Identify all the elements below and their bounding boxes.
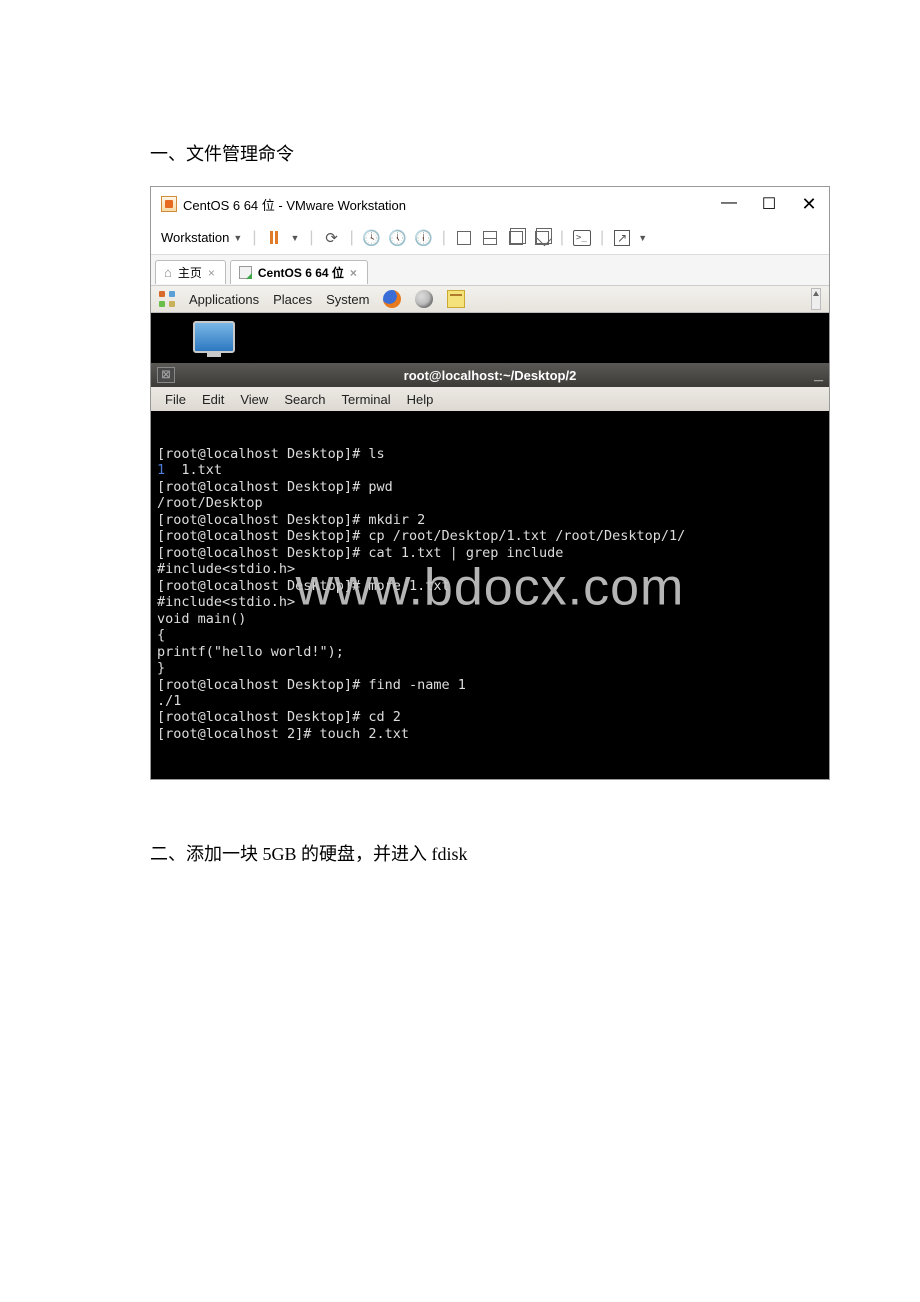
doc-heading-1: 一、文件管理命令: [150, 140, 920, 166]
tab-label: 主页: [178, 264, 202, 281]
toolbar-separator: |: [560, 229, 564, 247]
layout-single-icon[interactable]: [452, 231, 476, 245]
panel-scroll-up-icon[interactable]: [811, 288, 821, 310]
window-titlebar: CentOS 6 64 位 - VMware Workstation — ☐ ✕: [151, 187, 829, 221]
terminal-line: [root@localhost Desktop]# cp /root/Deskt…: [157, 528, 823, 544]
toolbar-separator: |: [350, 229, 354, 247]
terminal-line: printf("hello world!");: [157, 644, 823, 660]
snapshot-revert-icon[interactable]: 🕔: [386, 229, 410, 247]
tab-home[interactable]: ⌂ 主页 ×: [155, 260, 226, 284]
terminal-title-text: root@localhost:~/Desktop/2: [404, 368, 577, 383]
home-icon: ⌂: [164, 265, 172, 280]
desktop-computer-icon[interactable]: [193, 321, 235, 357]
window-close-button[interactable]: ✕: [799, 194, 819, 215]
window-maximize-button[interactable]: ☐: [759, 194, 779, 215]
fullscreen-button[interactable]: ↗: [610, 230, 634, 246]
gnome-menu-places[interactable]: Places: [273, 292, 312, 307]
terminal-menu-help[interactable]: Help: [407, 392, 434, 407]
terminal-line: [root@localhost Desktop]# ls: [157, 446, 823, 462]
terminal-line: [root@localhost Desktop]# find -name 1: [157, 677, 823, 693]
pause-button[interactable]: [262, 231, 286, 244]
terminal-menu-search[interactable]: Search: [284, 392, 325, 407]
tab-close-icon[interactable]: ×: [350, 266, 357, 280]
terminal-app-icon: ☒: [157, 367, 175, 383]
dropdown-icon: ▼: [233, 233, 242, 243]
dropdown-icon: ▼: [638, 233, 647, 243]
gnome-applications-icon: [159, 291, 175, 307]
tab-centos-vm[interactable]: CentOS 6 64 位 ×: [230, 260, 368, 284]
toolbar-separator: |: [442, 229, 446, 247]
terminal-output[interactable]: [root@localhost Desktop]# ls1 1.txt[root…: [151, 411, 829, 779]
terminal-line: [root@localhost Desktop]# cd 2: [157, 709, 823, 725]
tab-label: CentOS 6 64 位: [258, 264, 344, 281]
doc-heading-2: 二、添加一块 5GB 的硬盘，并进入 fdisk: [150, 840, 920, 866]
snapshot-take-icon[interactable]: 🕓: [360, 229, 384, 247]
tab-close-icon[interactable]: ×: [208, 266, 215, 280]
terminal-menu-edit[interactable]: Edit: [202, 392, 224, 407]
terminal-line: ./1: [157, 693, 823, 709]
terminal-line: {: [157, 627, 823, 643]
window-title: CentOS 6 64 位 - VMware Workstation: [183, 195, 406, 214]
terminal-line: [root@localhost Desktop]# cat 1.txt | gr…: [157, 545, 823, 561]
toolbar-separator: |: [252, 229, 256, 247]
dropdown-icon: ▼: [290, 233, 299, 243]
terminal-menubar: File Edit View Search Terminal Help: [151, 387, 829, 411]
tab-bar: ⌂ 主页 × CentOS 6 64 位 ×: [151, 255, 829, 285]
workstation-menu-button[interactable]: Workstation: [161, 230, 229, 245]
terminal-menu-file[interactable]: File: [165, 392, 186, 407]
snapshot-button[interactable]: ⟳: [320, 229, 344, 247]
terminal-titlebar[interactable]: ☒ root@localhost:~/Desktop/2 _: [151, 363, 829, 387]
gnome-panel: Applications Places System: [151, 285, 829, 313]
vm-icon: [239, 266, 252, 279]
window-minimize-button[interactable]: —: [719, 194, 739, 215]
terminal-line: [root@localhost Desktop]# pwd: [157, 479, 823, 495]
snapshot-manage-icon[interactable]: 🕕: [412, 229, 436, 247]
terminal-line: [root@localhost Desktop]# mkdir 2: [157, 512, 823, 528]
terminal-line: #include<stdio.h>: [157, 594, 823, 610]
gnome-menu-applications[interactable]: Applications: [189, 292, 259, 307]
terminal-line: [root@localhost Desktop]# more 1.txt: [157, 578, 823, 594]
terminal-minimize-button[interactable]: _: [814, 366, 823, 384]
terminal-line: [root@localhost 2]# touch 2.txt: [157, 726, 823, 742]
terminal-line: 1 1.txt: [157, 462, 823, 478]
terminal-line: /root/Desktop: [157, 495, 823, 511]
layout-multi-icon[interactable]: [504, 231, 528, 245]
terminal-line: }: [157, 660, 823, 676]
terminal-line: void main(): [157, 611, 823, 627]
workstation-toolbar: Workstation ▼ | ▼ | ⟳ | 🕓 🕔 🕕 | | >_ | ↗…: [151, 221, 829, 255]
nautilus-icon[interactable]: [415, 290, 433, 308]
terminal-line: #include<stdio.h>: [157, 561, 823, 577]
layout-multi-close-icon[interactable]: [530, 231, 554, 245]
gnome-menu-system[interactable]: System: [326, 292, 369, 307]
vmware-app-icon: [161, 196, 177, 212]
notes-icon[interactable]: [447, 290, 465, 308]
firefox-icon[interactable]: [383, 290, 401, 308]
toolbar-separator: |: [600, 229, 604, 247]
console-button[interactable]: >_: [570, 230, 594, 246]
guest-desktop: ☒ root@localhost:~/Desktop/2 _ File Edit…: [151, 313, 829, 779]
toolbar-separator: |: [309, 229, 313, 247]
terminal-menu-view[interactable]: View: [240, 392, 268, 407]
vmware-window: CentOS 6 64 位 - VMware Workstation — ☐ ✕…: [150, 186, 830, 780]
layout-split-icon[interactable]: [478, 231, 502, 245]
terminal-menu-terminal[interactable]: Terminal: [342, 392, 391, 407]
